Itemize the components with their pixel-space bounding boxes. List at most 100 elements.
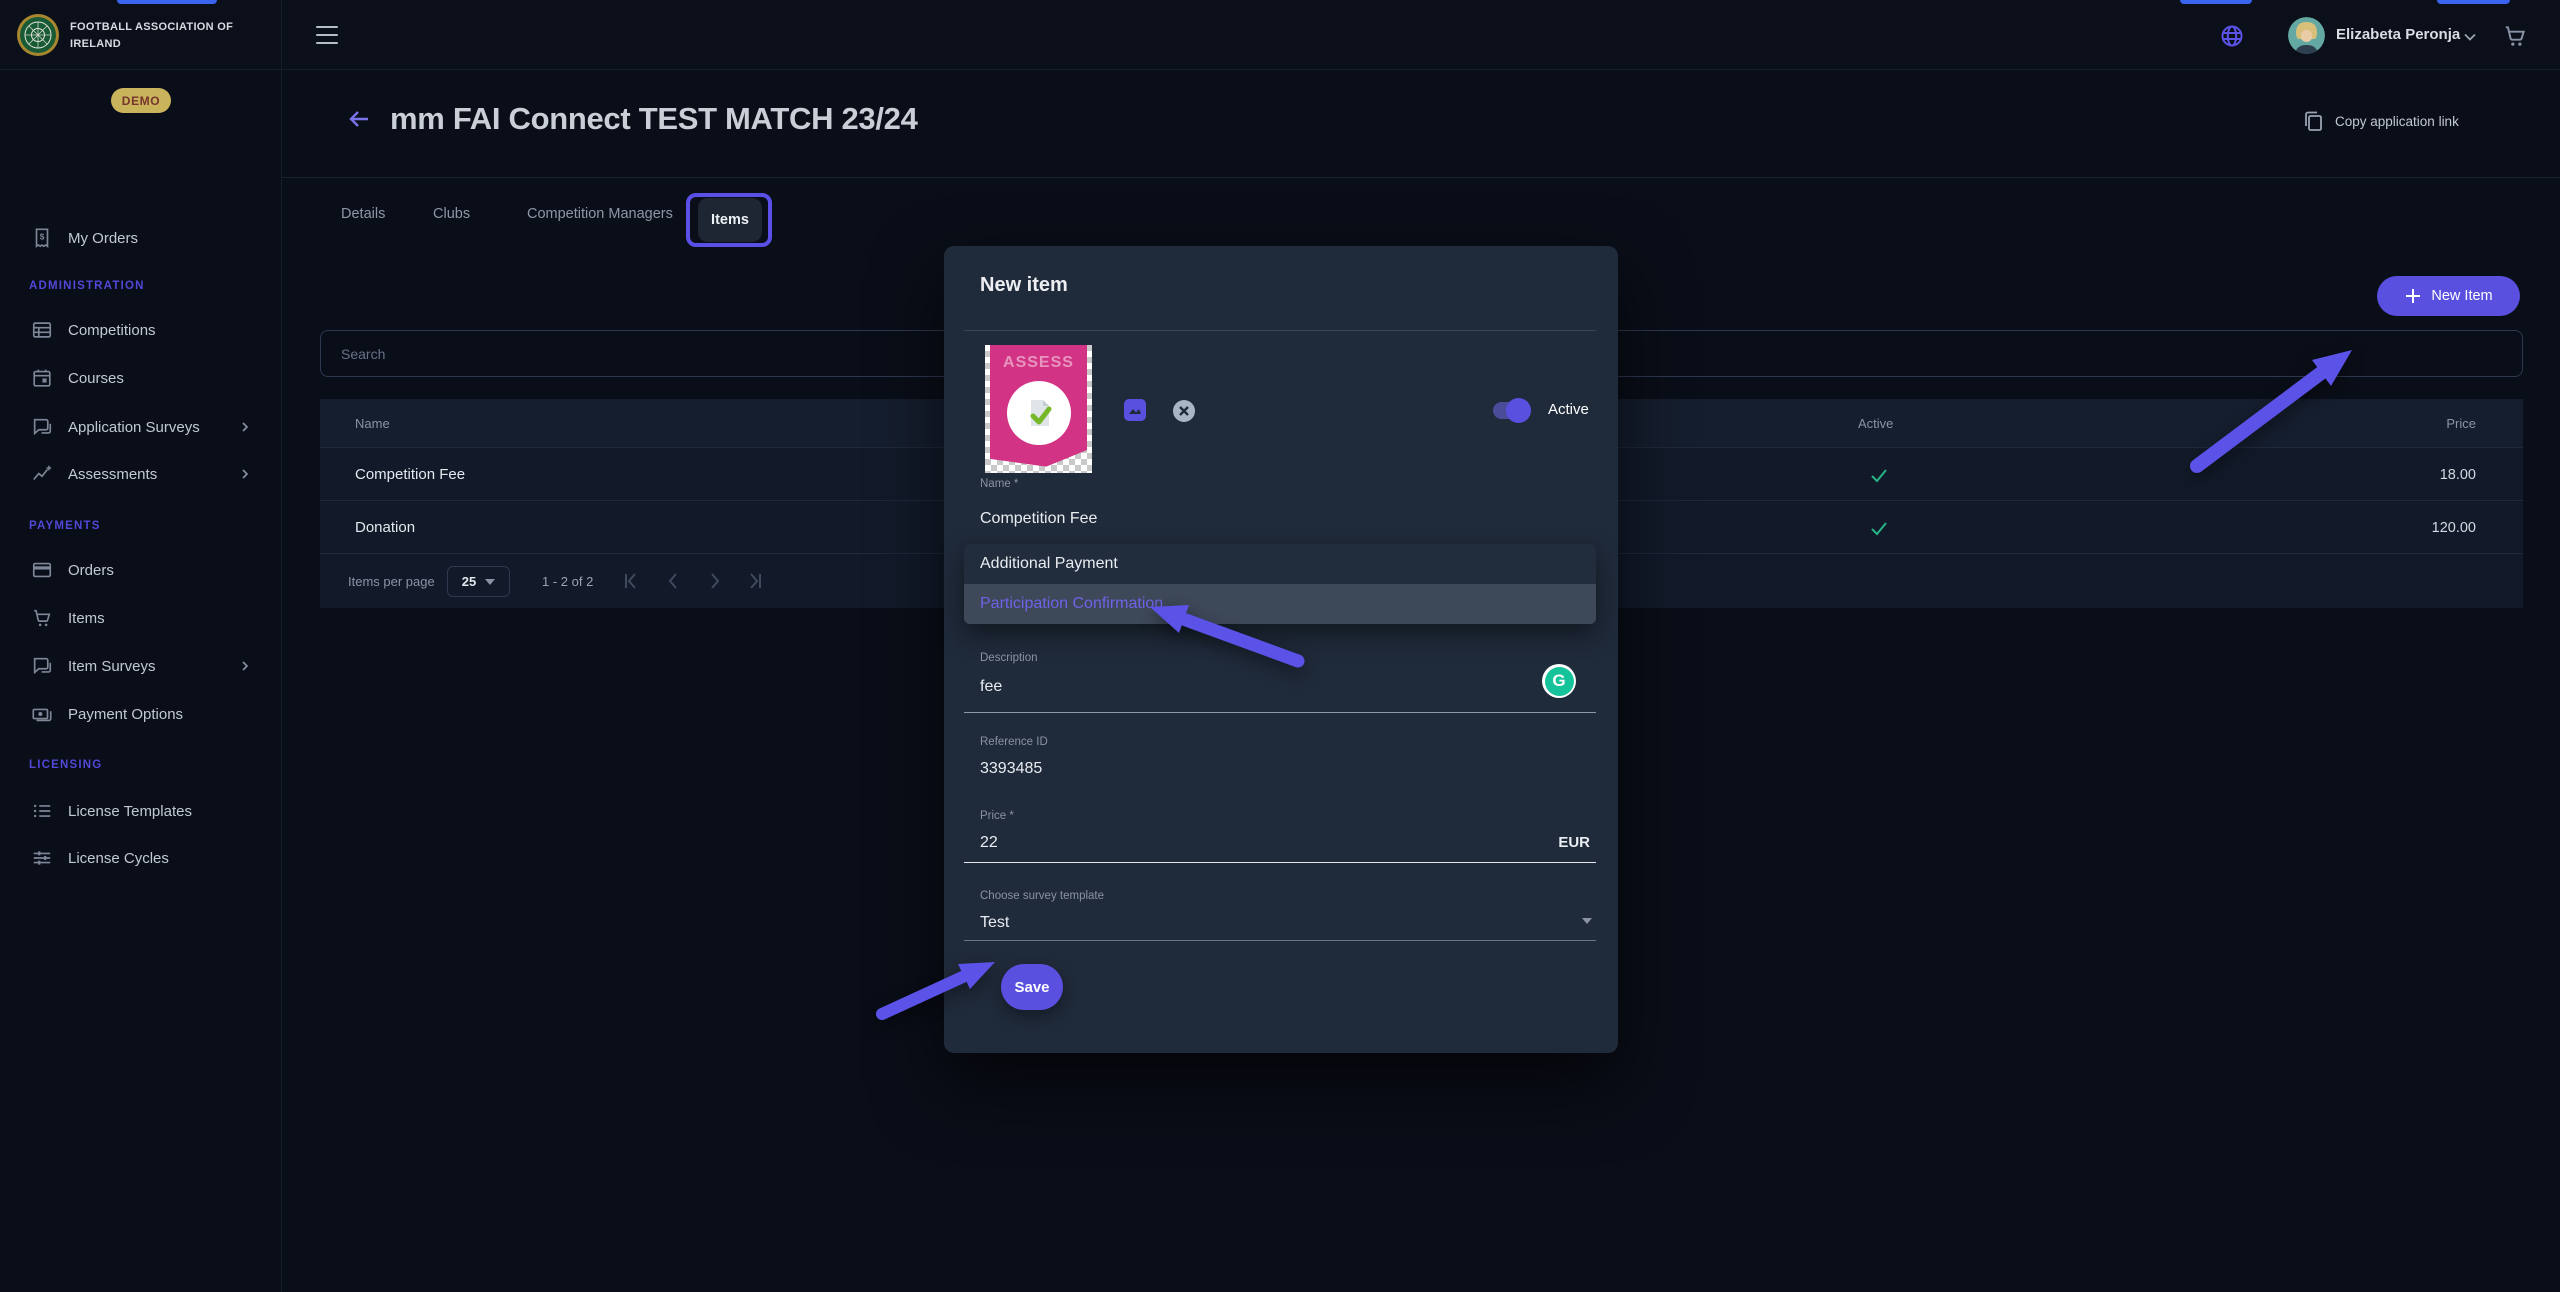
survey-underline bbox=[964, 940, 1596, 941]
sidebar-item-courses[interactable]: Application Surveys Courses bbox=[0, 354, 281, 402]
sidebar-item-label: Items bbox=[68, 610, 105, 627]
description-underline bbox=[964, 712, 1596, 713]
active-toggle[interactable] bbox=[1493, 402, 1528, 419]
app-root: FOOTBALL ASSOCIATION OF IRELAND Elizabet… bbox=[0, 0, 2560, 1292]
back-button[interactable] bbox=[346, 106, 372, 132]
sidebar-item-label: Payment Options bbox=[68, 706, 183, 723]
sidebar-item-items[interactable]: Items bbox=[0, 594, 281, 642]
column-header-price: Price bbox=[2446, 399, 2476, 447]
fai-logo bbox=[16, 13, 60, 57]
image-icon bbox=[1128, 403, 1142, 417]
survey-template-value[interactable]: Test bbox=[980, 914, 1009, 932]
name-field-label: Name * bbox=[980, 478, 1018, 490]
column-header-name: Name bbox=[355, 399, 390, 447]
cell-price: 18.00 bbox=[2440, 448, 2476, 501]
sidebar-item-license-cycles[interactable]: License Cycles bbox=[0, 834, 281, 882]
item-image-thumbnail: ASSESS bbox=[985, 345, 1092, 473]
sidebar-item-orders[interactable]: Orders bbox=[0, 546, 281, 594]
sidebar-item-assessments[interactable]: Assessments bbox=[0, 450, 281, 498]
new-item-dialog: New item ASSESS bbox=[944, 246, 1618, 1053]
tab-items[interactable]: Items bbox=[698, 198, 762, 242]
page-size-select[interactable]: 25 bbox=[447, 566, 510, 597]
globe-icon[interactable] bbox=[2220, 24, 2244, 48]
tune-icon bbox=[31, 847, 53, 869]
price-field-value[interactable]: 22 bbox=[980, 834, 998, 852]
cart-icon[interactable] bbox=[2502, 23, 2528, 49]
remove-image-button[interactable] bbox=[1172, 399, 1196, 423]
topbar: FOOTBALL ASSOCIATION OF IRELAND Elizabet… bbox=[0, 0, 2560, 70]
chevron-right-icon bbox=[238, 659, 252, 673]
sidebar-section-payments: PAYMENTS bbox=[29, 520, 101, 532]
cell-name: Donation bbox=[355, 501, 415, 554]
top-edge-artifact bbox=[2180, 0, 2252, 4]
insights-icon bbox=[31, 463, 53, 485]
cell-price: 120.00 bbox=[2432, 501, 2476, 554]
page-size-value: 25 bbox=[462, 574, 476, 589]
user-menu-chevron-icon[interactable] bbox=[2462, 29, 2478, 45]
name-field-value[interactable]: Competition Fee bbox=[980, 510, 1097, 528]
poster-circle bbox=[1007, 381, 1071, 445]
next-page-button[interactable] bbox=[704, 570, 726, 592]
demo-badge: DEMO bbox=[111, 88, 171, 113]
description-field-label: Description bbox=[980, 652, 1038, 664]
last-page-button[interactable] bbox=[744, 570, 766, 592]
poster-text: ASSESS bbox=[990, 354, 1087, 372]
survey-template-label: Choose survey template bbox=[980, 890, 1104, 902]
currency-suffix: EUR bbox=[1558, 834, 1590, 851]
sidebar-item-my-orders[interactable]: $ My Orders bbox=[0, 214, 281, 262]
page-title: mm FAI Connect TEST MATCH 23/24 bbox=[390, 101, 918, 137]
new-item-label: New Item bbox=[2431, 288, 2492, 304]
grammarly-letter: G bbox=[1545, 667, 1574, 696]
sidebar-item-payment-options[interactable]: Payment Options bbox=[0, 690, 281, 738]
save-button[interactable]: Save bbox=[1001, 964, 1063, 1010]
new-item-button[interactable]: New Item bbox=[2377, 276, 2520, 316]
copy-link-label: Copy application link bbox=[2335, 114, 2459, 129]
description-field-value[interactable]: fee bbox=[980, 678, 1002, 696]
sidebar-item-label: Application Surveys bbox=[68, 419, 200, 436]
copy-application-link-button[interactable]: Copy application link bbox=[2303, 110, 2459, 133]
tab-details[interactable]: Details bbox=[341, 206, 385, 222]
active-check-icon bbox=[1868, 464, 1890, 486]
org-name: FOOTBALL ASSOCIATION OF IRELAND bbox=[70, 19, 260, 52]
sidebar-item-license-templates[interactable]: License Templates bbox=[0, 787, 281, 835]
sidebar-item-label: Item Surveys bbox=[68, 658, 156, 675]
reference-field-label: Reference ID bbox=[980, 736, 1048, 748]
price-underline bbox=[964, 862, 1596, 863]
hamburger-menu-icon[interactable] bbox=[316, 26, 338, 44]
column-header-active: Active bbox=[1858, 399, 1893, 447]
avatar[interactable] bbox=[2288, 17, 2325, 54]
sidebar-item-label: Orders bbox=[68, 562, 114, 579]
cell-name: Competition Fee bbox=[355, 448, 465, 501]
cart-icon bbox=[31, 607, 53, 629]
sidebar-item-competitions[interactable]: Competitions bbox=[0, 306, 281, 354]
first-page-button[interactable] bbox=[620, 570, 642, 592]
sidebar-item-application-surveys[interactable]: Application Surveys bbox=[0, 403, 281, 451]
select-arrow-icon[interactable] bbox=[1582, 918, 1592, 924]
sidebar-item-item-surveys[interactable]: Item Surveys bbox=[0, 642, 281, 690]
option-additional-payment[interactable]: Additional Payment bbox=[964, 544, 1596, 584]
list-icon bbox=[31, 800, 53, 822]
sidebar-divider bbox=[281, 0, 282, 1292]
tab-clubs[interactable]: Clubs bbox=[433, 206, 470, 222]
items-per-page-label: Items per page bbox=[348, 574, 435, 589]
top-edge-artifact bbox=[117, 0, 217, 4]
grammarly-icon[interactable]: G bbox=[1542, 664, 1576, 698]
chevron-right-icon bbox=[238, 467, 252, 481]
dialog-divider bbox=[964, 330, 1596, 331]
reference-field-value[interactable]: 3393485 bbox=[980, 760, 1042, 778]
top-edge-artifact bbox=[2437, 0, 2510, 4]
upload-image-button[interactable] bbox=[1124, 399, 1146, 421]
chevron-right-icon bbox=[238, 420, 252, 434]
calendar-icon bbox=[31, 367, 53, 389]
sidebar-section-administration: ADMINISTRATION bbox=[29, 280, 145, 292]
previous-page-button[interactable] bbox=[662, 570, 684, 592]
pagination-range: 1 - 2 of 2 bbox=[542, 574, 593, 589]
sidebar: DEMO $ My Orders ADMINISTRATION Competit… bbox=[0, 70, 281, 1292]
option-participation-confirmation[interactable]: Participation Confirmation bbox=[964, 584, 1596, 624]
user-name[interactable]: Elizabeta Peronja bbox=[2336, 26, 2460, 43]
dialog-title: New item bbox=[980, 274, 1068, 297]
receipt-icon: $ bbox=[31, 227, 53, 249]
tab-competition-managers[interactable]: Competition Managers bbox=[527, 206, 673, 222]
active-check-icon bbox=[1868, 517, 1890, 539]
org-name-line1: FOOTBALL ASSOCIATION OF bbox=[70, 19, 260, 36]
